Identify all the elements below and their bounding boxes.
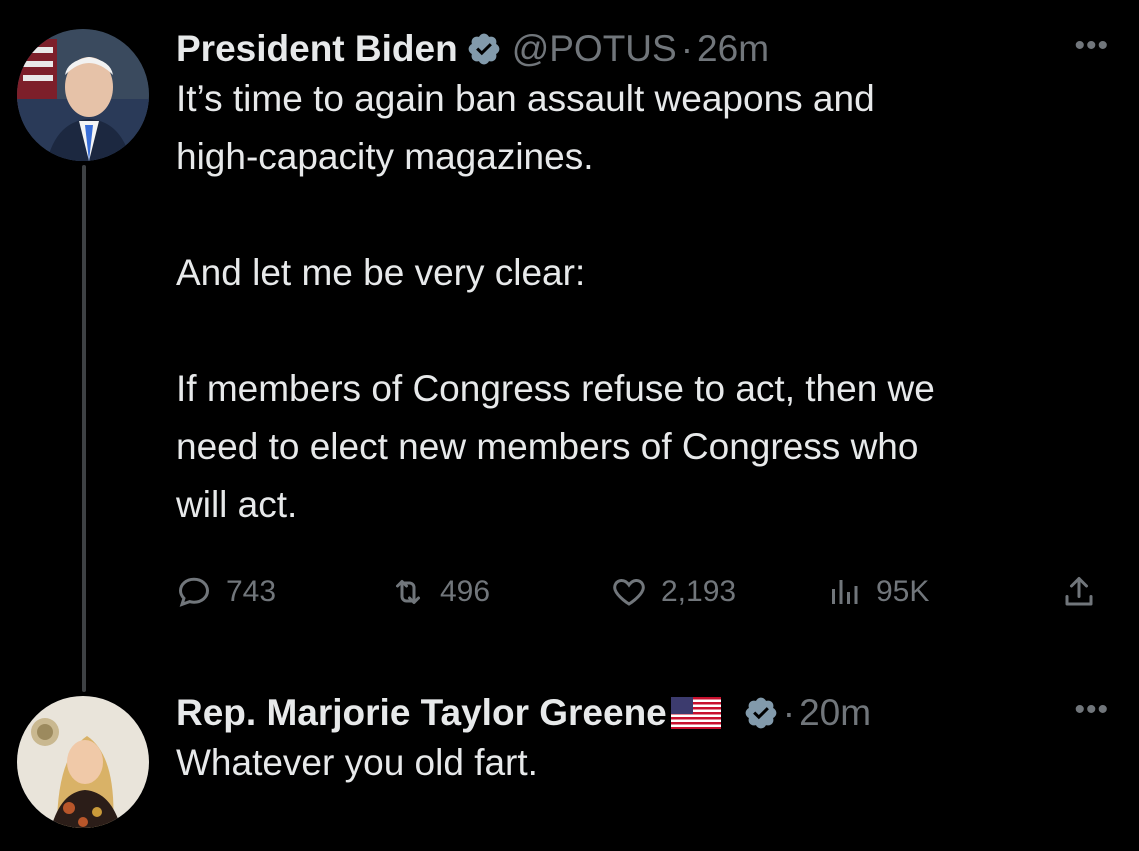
like-count: 2,193 xyxy=(661,575,737,608)
reply-count: 743 xyxy=(226,575,277,608)
share-icon xyxy=(1065,577,1093,606)
retweet-icon xyxy=(396,580,420,604)
retweet-button[interactable]: 496 xyxy=(390,567,490,617)
tweet-text: Whatever you old fart. xyxy=(176,742,538,783)
tweet-header: Rep. Marjorie Taylor Greene · 20m xyxy=(176,691,1109,735)
reply-icon xyxy=(178,577,210,607)
avatar-biden[interactable] xyxy=(17,29,149,161)
tweet-time[interactable]: 26m xyxy=(697,27,769,71)
verified-badge-icon xyxy=(468,33,500,65)
views-count: 95K xyxy=(876,575,930,608)
avatar-greene[interactable] xyxy=(17,696,149,828)
share-button[interactable] xyxy=(1061,567,1097,617)
verified-badge-icon xyxy=(745,697,777,729)
more-options-icon[interactable]: ••• xyxy=(1074,695,1109,725)
us-flag-icon xyxy=(670,697,721,729)
thread-line xyxy=(82,165,86,692)
separator-dot: · xyxy=(680,28,694,69)
tweet-time[interactable]: 20m xyxy=(799,691,871,735)
author-name[interactable]: Rep. Marjorie Taylor Greene xyxy=(176,691,667,735)
separator-dot: · xyxy=(782,692,796,733)
author-name[interactable]: President Biden xyxy=(176,27,458,71)
tweet-greene[interactable]: Rep. Marjorie Taylor Greene · 20m ••• Wh… xyxy=(176,691,1109,792)
retweet-count: 496 xyxy=(440,575,491,608)
reply-button[interactable]: 743 xyxy=(176,567,276,617)
author-handle[interactable]: @POTUS xyxy=(512,27,677,71)
heart-icon xyxy=(613,578,645,606)
tweet-header: President Biden @POTUS · 26m xyxy=(176,27,1109,71)
more-options-icon[interactable]: ••• xyxy=(1074,31,1109,61)
tweet-text: It’s time to again ban assault weapons a… xyxy=(176,78,935,525)
views-button[interactable]: 95K xyxy=(826,567,929,617)
like-button[interactable]: 2,193 xyxy=(611,567,736,617)
views-icon xyxy=(832,580,858,604)
tweet-potus[interactable]: President Biden @POTUS · 26m ••• It’s ti… xyxy=(176,27,1109,534)
tweet-actions: 743 496 2,193 95K xyxy=(176,567,1109,617)
